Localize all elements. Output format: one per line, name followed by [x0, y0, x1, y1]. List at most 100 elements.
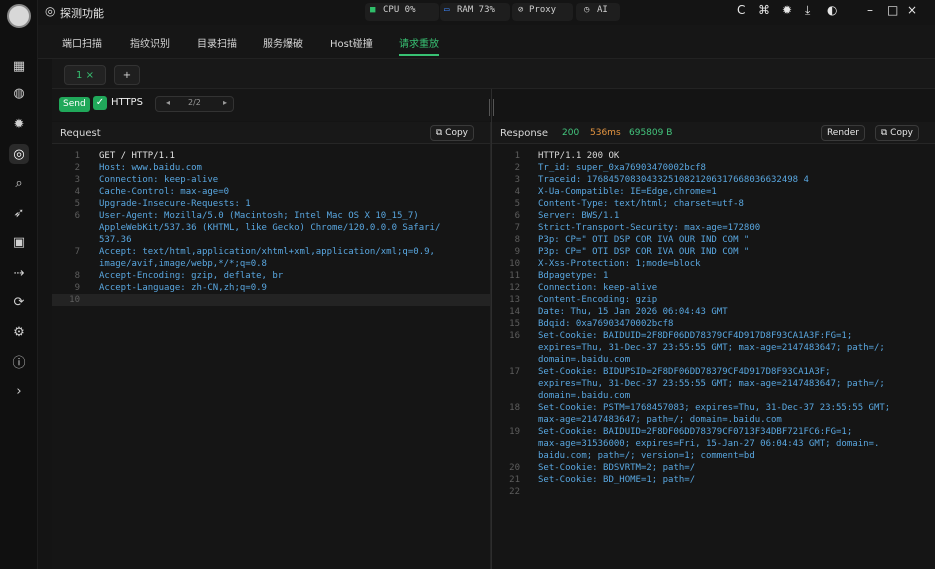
request-line-text: 537.36 — [99, 235, 132, 245]
chevron-right-icon[interactable]: › — [9, 381, 29, 401]
request-line: 10 — [52, 294, 490, 306]
history-pager: ◂ 2/2 ▸ — [155, 96, 234, 112]
response-line-number: 15 — [509, 319, 520, 329]
response-editor[interactable]: 1 HTTP/1.1 200 OK 2 Tr_id: super_0xa7690347… — [492, 144, 935, 569]
request-line-text: Accept-Encoding: gzip, deflate, br — [99, 271, 284, 281]
info-icon[interactable]: ⓘ — [9, 351, 29, 371]
response-line: max-age=31536000; expires=Fri, 15-Jan-27… — [492, 438, 935, 450]
response-line-text: max-age=2147483647; path=/; domain=.baid… — [538, 415, 782, 425]
previous-icon[interactable]: ◂ — [166, 98, 170, 107]
response-line-number: 8 — [514, 235, 520, 245]
settings-icon[interactable]: ⚙ — [9, 322, 29, 342]
request-line-number: 7 — [74, 247, 80, 257]
response-line: 16 Set-Cookie: BAIDUID=2F8DF06DD78379CF4D… — [492, 330, 935, 342]
response-line-text: baidu.com; path=/; version=1; comment=bd — [538, 451, 755, 461]
copy-icon: ⧉ — [435, 128, 446, 138]
close-icon[interactable]: × — [907, 3, 917, 17]
tab-service-brute[interactable]: 服务爆破 — [263, 35, 303, 50]
tab-fingerprint[interactable]: 指纹识别 — [130, 35, 170, 50]
send-button[interactable]: Send — [59, 97, 90, 112]
dashboard-icon[interactable]: ▦ — [9, 56, 29, 76]
maximize-icon[interactable]: □ — [887, 3, 898, 17]
proxy-status[interactable]: Proxy — [529, 5, 556, 15]
search-icon[interactable]: ⌕ — [9, 173, 29, 193]
target-icon: ◎ — [45, 4, 56, 18]
github-icon[interactable]: ⌘ — [758, 3, 770, 17]
response-line-number: 3 — [514, 175, 520, 185]
status-code: 200 — [562, 128, 580, 138]
request-line: 2 Host: www.baidu.com — [52, 162, 490, 174]
response-header: Response 200 536ms 695809 B Render ⧉ Cop… — [492, 122, 935, 144]
response-line-text: Set-Cookie: BAIDUID=2F8DF06DD78379CF4D91… — [538, 331, 853, 341]
response-line-text: Set-Cookie: BD_HOME=1; path=/ — [538, 475, 696, 485]
response-line-text: Bdqid: 0xa76903470002bcf8 — [538, 319, 674, 329]
response-line: 22 — [492, 486, 935, 498]
target-icon[interactable]: ◎ — [9, 144, 29, 164]
sidebar: ▦ ◍ ✹ ◎ ⌕ ➶ ▣ ⇢ ⟳ ⚙ ⓘ › — [0, 0, 38, 569]
request-line: 3 Connection: keep-alive — [52, 174, 490, 186]
request-line-text: Accept-Language: zh-CN,zh;q=0.9 — [99, 283, 267, 293]
globe-icon[interactable]: ◍ — [9, 83, 29, 103]
refresh-icon[interactable]: ⟳ — [9, 292, 29, 312]
response-line: max-age=2147483647; path=/; domain=.baid… — [492, 414, 935, 426]
tab-request-replay[interactable]: 请求重放 — [399, 35, 439, 56]
request-line-text: Upgrade-Insecure-Requests: 1 — [99, 199, 251, 209]
response-line-number: 1 — [514, 151, 520, 161]
response-copy-label: Copy — [890, 128, 913, 138]
response-line-number: 5 — [514, 199, 520, 209]
response-line-text: domain=.baidu.com — [538, 391, 631, 401]
response-line-text: Strict-Transport-Security: max-age=17280… — [538, 223, 761, 233]
response-line-text: P3p: CP=" OTI DSP COR IVA OUR IND COM " — [538, 235, 750, 245]
tab-host-collision[interactable]: Host碰撞 — [330, 35, 373, 50]
rocket-icon[interactable]: ➶ — [9, 203, 29, 223]
minimize-icon[interactable]: – — [867, 3, 873, 17]
response-copy-button[interactable]: ⧉ Copy — [874, 125, 919, 141]
request-title: Request — [60, 128, 101, 139]
tab-port-scan[interactable]: 端口扫描 — [62, 35, 102, 50]
response-line: 14 Date: Thu, 15 Jan 2026 06:04:43 GMT — [492, 306, 935, 318]
request-header: Request ⧉ Copy — [52, 122, 490, 144]
request-line: 9 Accept-Language: zh-CN,zh;q=0.9 — [52, 282, 490, 294]
response-line: baidu.com; path=/; version=1; comment=bd — [492, 450, 935, 462]
response-line: 18 Set-Cookie: PSTM=1768457083; expires=T… — [492, 402, 935, 414]
download-icon[interactable]: ⤓ — [805, 3, 810, 18]
response-line-text: expires=Thu, 31-Dec-37 23:55:55 GMT; max… — [538, 379, 885, 389]
session-tab[interactable]: 1 × — [64, 65, 106, 85]
response-line: 10 X-Xss-Protection: 1;mode=block — [492, 258, 935, 270]
ai-icon: ◷ — [584, 5, 590, 15]
response-line-number: 19 — [509, 427, 520, 437]
render-button[interactable]: Render — [820, 125, 865, 141]
ai-status[interactable]: AI — [597, 5, 608, 15]
response-line-number: 14 — [509, 307, 520, 317]
tab-directory-scan[interactable]: 目录扫描 — [197, 35, 237, 50]
response-line-text: Bdpagetype: 1 — [538, 271, 609, 281]
request-line-number: 9 — [74, 283, 80, 293]
response-line-text: Date: Thu, 15 Jan 2026 06:04:43 GMT — [538, 307, 728, 317]
response-size: 695809 B — [629, 128, 673, 138]
response-line-text: X-Ua-Compatible: IE=Edge,chrome=1 — [538, 187, 717, 197]
request-line-text: GET / HTTP/1.1 — [99, 151, 175, 161]
response-line-number: 12 — [509, 283, 520, 293]
response-line: 2 Tr_id: super_0xa76903470002bcf8 — [492, 162, 935, 174]
response-line-text: X-Xss-Protection: 1;mode=block — [538, 259, 701, 269]
response-line-text: Tr_id: super_0xa76903470002bcf8 — [538, 163, 706, 173]
https-checkbox[interactable]: ✓ — [93, 96, 107, 110]
chart-icon[interactable]: ▣ — [9, 232, 29, 252]
response-line: 20 Set-Cookie: BDSVRTM=2; path=/ — [492, 462, 935, 474]
flow-icon[interactable]: ⇢ — [9, 263, 29, 283]
add-session-button[interactable]: + — [114, 65, 140, 85]
refresh-icon[interactable]: C — [737, 3, 745, 17]
split-grip[interactable] — [489, 99, 494, 116]
next-icon[interactable]: ▸ — [223, 98, 227, 107]
bug-icon[interactable]: ✹ — [9, 114, 29, 134]
request-copy-button[interactable]: ⧉ Copy — [429, 125, 474, 141]
response-line-text: Set-Cookie: BAIDUID=2F8DF06DD78379CF0713… — [538, 427, 853, 437]
response-line-text: Server: BWS/1.1 — [538, 211, 620, 221]
request-editor[interactable]: 1 GET / HTTP/1.1 2 Host: www.baidu.com 3 Conn… — [52, 144, 490, 569]
top-bar: ◎ 探测功能 ■ CPU 0% ▭ RAM 73% ⊘ Proxy ◷ AI C… — [38, 0, 935, 25]
moon-icon[interactable]: ◐ — [827, 3, 837, 17]
bug-icon[interactable]: ✹ — [782, 3, 792, 17]
response-line-text: max-age=31536000; expires=Fri, 15-Jan-27… — [538, 439, 880, 449]
request-line: 537.36 — [52, 234, 490, 246]
avatar[interactable] — [7, 4, 31, 28]
